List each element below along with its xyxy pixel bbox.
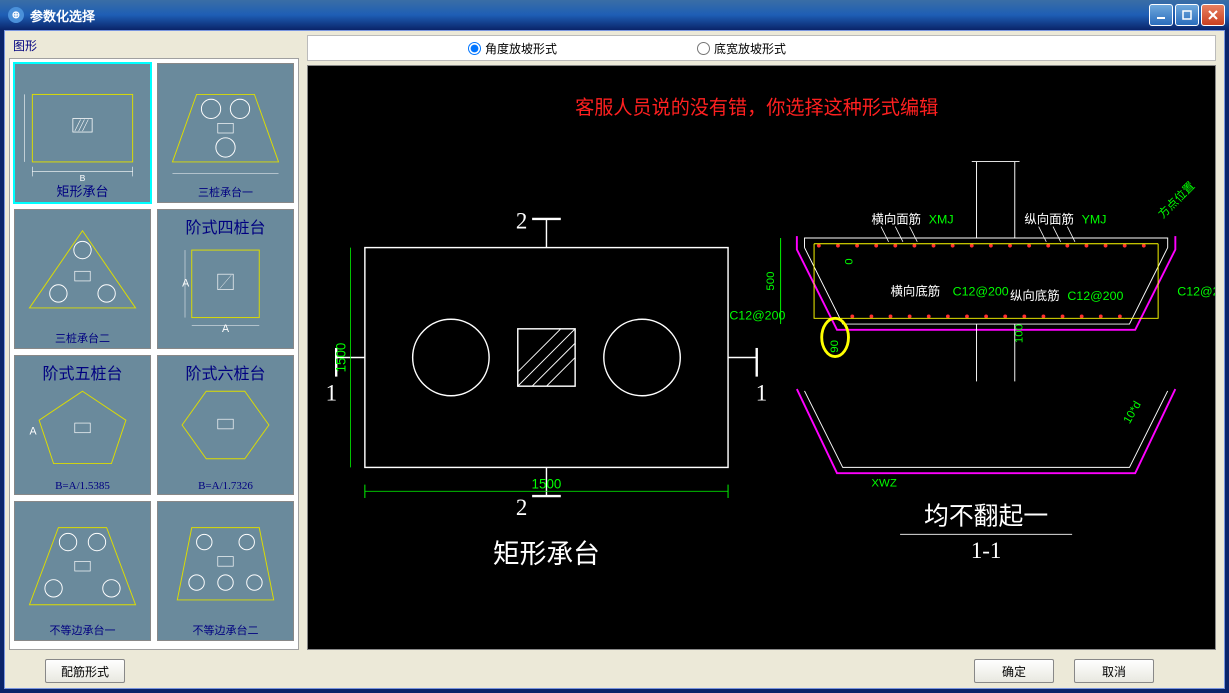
svg-text:矩形承台: 矩形承台 [493,539,600,569]
svg-text:1-1: 1-1 [971,538,1002,563]
client-area: 图形 B [4,30,1225,689]
preview-panel: 角度放坡形式 底宽放坡形式 客服人员说的没有错，你选择这种形式编辑 [305,31,1224,654]
thumb-caption: 三桩承台二 [15,330,150,346]
svg-text:A: A [222,323,230,335]
svg-text:客服人员说的没有错，你选择这种形式编辑: 客服人员说的没有错，你选择这种形式编辑 [575,97,938,119]
svg-text:XMJ: XMJ [929,213,954,227]
radio-width-label: 底宽放坡形式 [714,40,786,57]
thumb-caption: 不等边承台一 [15,622,150,638]
svg-text:10*d: 10*d [1122,399,1144,425]
maximize-button[interactable] [1175,4,1199,26]
svg-text:C12@200: C12@200 [1177,284,1215,298]
svg-text:2: 2 [516,495,527,520]
radio-width-slope[interactable]: 底宽放坡形式 [697,40,786,57]
drawing-svg: 客服人员说的没有错，你选择这种形式编辑 [308,66,1215,649]
radio-angle-label: 角度放坡形式 [485,40,557,57]
svg-text:XWZ: XWZ [871,478,896,490]
thumb-3pile-2[interactable]: 三桩承台二 [14,209,151,349]
svg-text:纵向面筋: 纵向面筋 [1024,212,1074,227]
svg-text:A: A [182,278,190,290]
radio-angle-input[interactable] [468,42,481,55]
svg-text:A: A [29,426,37,438]
radio-angle-slope[interactable]: 角度放坡形式 [468,40,557,57]
radio-width-input[interactable] [697,42,710,55]
window-title: 参数化选择 [30,6,95,25]
thumb-step-4pile[interactable]: 阶式四桩台 A A [157,209,294,349]
thumb-header: 阶式六桩台 [158,360,293,384]
svg-text:0: 0 [843,258,855,264]
ok-button[interactable]: 确定 [974,659,1054,683]
svg-text:横向底筋: 横向底筋 [891,283,941,298]
svg-text:90: 90 [829,340,841,353]
svg-text:C12@200: C12@200 [729,308,785,322]
rebar-form-button[interactable]: 配筋形式 [45,659,125,683]
svg-text:1500: 1500 [334,343,349,373]
thumb-header: 阶式五桩台 [15,360,150,384]
thumb-caption: 不等边承台二 [158,622,293,638]
thumbnail-scroll[interactable]: B 矩形承台 [9,58,299,650]
cancel-button[interactable]: 取消 [1074,659,1154,683]
thumb-header: 阶式四桩台 [158,214,293,238]
thumb-step-6pile[interactable]: 阶式六桩台 B=A/1.7326 [157,355,294,495]
titlebar: ⊕ 参数化选择 [0,0,1229,30]
svg-text:1: 1 [326,381,337,406]
minimize-button[interactable] [1149,4,1173,26]
thumb-caption: 三桩承台一 [158,184,293,200]
svg-text:横向面筋: 横向面筋 [871,212,921,227]
thumb-caption: B=A/1.5385 [15,480,150,492]
svg-text:C12@200: C12@200 [953,284,1009,298]
svg-text:YMJ: YMJ [1082,213,1107,227]
close-button[interactable] [1201,4,1225,26]
thumb-3pile-1[interactable]: 三桩承台一 [157,63,294,203]
app-icon: ⊕ [8,7,24,23]
shape-panel: 图形 B [5,31,305,654]
thumb-unequal-1[interactable]: 不等边承台一 [14,501,151,641]
svg-text:纵向底筋: 纵向底筋 [1010,288,1060,303]
button-row: 配筋形式 确定 取消 [5,654,1224,688]
thumb-unequal-2[interactable]: 不等边承台二 [157,501,294,641]
thumb-step-5pile[interactable]: 阶式五桩台 A B=A/1.5385 [14,355,151,495]
thumb-caption: 矩形承台 [15,181,150,200]
svg-text:500: 500 [765,271,777,290]
svg-text:2: 2 [516,208,527,233]
svg-text:均不翻起一: 均不翻起一 [924,503,1048,531]
thumb-rect-cap[interactable]: B 矩形承台 [14,63,151,203]
svg-text:方点位置: 方点位置 [1155,179,1197,221]
drawing-canvas: 客服人员说的没有错，你选择这种形式编辑 [307,65,1216,650]
svg-text:1500: 1500 [532,476,562,491]
slope-mode-row: 角度放坡形式 底宽放坡形式 [307,35,1216,61]
svg-text:C12@200: C12@200 [1067,289,1123,303]
thumb-caption: B=A/1.7326 [158,480,293,492]
svg-text:1: 1 [756,381,767,406]
shape-group-label: 图形 [9,35,299,58]
